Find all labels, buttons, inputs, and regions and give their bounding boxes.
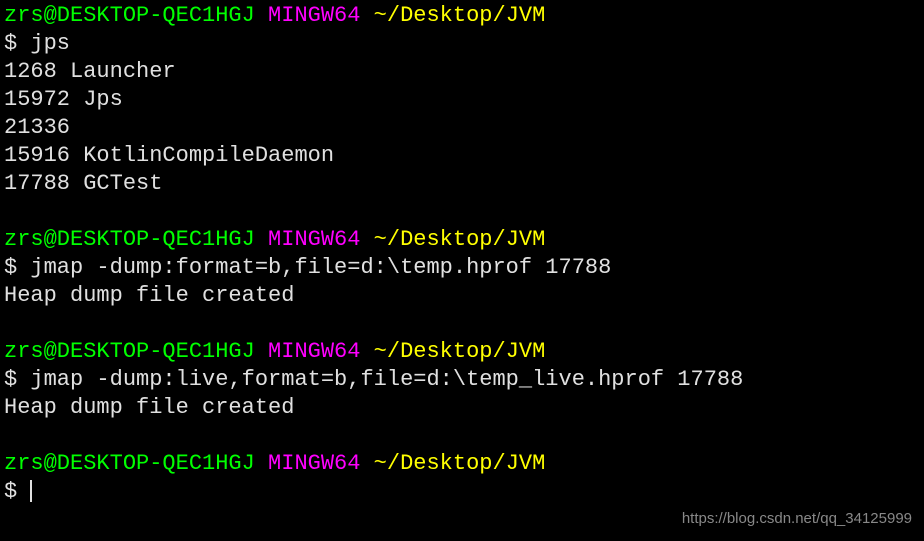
output-line: 1268 Launcher xyxy=(4,58,920,86)
user-host: zrs@DESKTOP-QEC1HGJ xyxy=(4,451,255,476)
prompt-line: zrs@DESKTOP-QEC1HGJ MINGW64 ~/Desktop/JV… xyxy=(4,450,920,478)
env-label: MINGW64 xyxy=(268,339,360,364)
prompt-symbol: $ xyxy=(4,479,17,504)
output-line: 15972 Jps xyxy=(4,86,920,114)
user-host: zrs@DESKTOP-QEC1HGJ xyxy=(4,227,255,252)
output-line: 15916 KotlinCompileDaemon xyxy=(4,142,920,170)
user-host: zrs@DESKTOP-QEC1HGJ xyxy=(4,3,255,28)
blank-line xyxy=(4,198,920,226)
prompt-line: zrs@DESKTOP-QEC1HGJ MINGW64 ~/Desktop/JV… xyxy=(4,2,920,30)
env-label: MINGW64 xyxy=(268,3,360,28)
cwd-path: ~/Desktop/JVM xyxy=(374,339,546,364)
cwd-path: ~/Desktop/JVM xyxy=(374,3,546,28)
env-label: MINGW64 xyxy=(268,451,360,476)
env-label: MINGW64 xyxy=(268,227,360,252)
command-line: $ jps xyxy=(4,30,920,58)
output-line: Heap dump file created xyxy=(4,394,920,422)
user-host: zrs@DESKTOP-QEC1HGJ xyxy=(4,339,255,364)
command-line: $ jmap -dump:live,format=b,file=d:\temp_… xyxy=(4,366,920,394)
terminal-window[interactable]: zrs@DESKTOP-QEC1HGJ MINGW64 ~/Desktop/JV… xyxy=(4,2,920,506)
blank-line xyxy=(4,422,920,450)
command-line: $ jmap -dump:format=b,file=d:\temp.hprof… xyxy=(4,254,920,282)
command-text: jps xyxy=(30,31,70,56)
command-text: jmap -dump:live,format=b,file=d:\temp_li… xyxy=(30,367,743,392)
command-input-line[interactable]: $ xyxy=(4,478,920,506)
watermark-text: https://blog.csdn.net/qq_34125999 xyxy=(682,505,912,533)
output-line: 21336 xyxy=(4,114,920,142)
cwd-path: ~/Desktop/JVM xyxy=(374,451,546,476)
prompt-symbol: $ xyxy=(4,31,17,56)
prompt-symbol: $ xyxy=(4,367,17,392)
blank-line xyxy=(4,310,920,338)
command-text: jmap -dump:format=b,file=d:\temp.hprof 1… xyxy=(30,255,611,280)
output-line: 17788 GCTest xyxy=(4,170,920,198)
output-line: Heap dump file created xyxy=(4,282,920,310)
prompt-symbol: $ xyxy=(4,255,17,280)
cwd-path: ~/Desktop/JVM xyxy=(374,227,546,252)
prompt-line: zrs@DESKTOP-QEC1HGJ MINGW64 ~/Desktop/JV… xyxy=(4,338,920,366)
cursor-icon xyxy=(30,480,32,502)
prompt-line: zrs@DESKTOP-QEC1HGJ MINGW64 ~/Desktop/JV… xyxy=(4,226,920,254)
